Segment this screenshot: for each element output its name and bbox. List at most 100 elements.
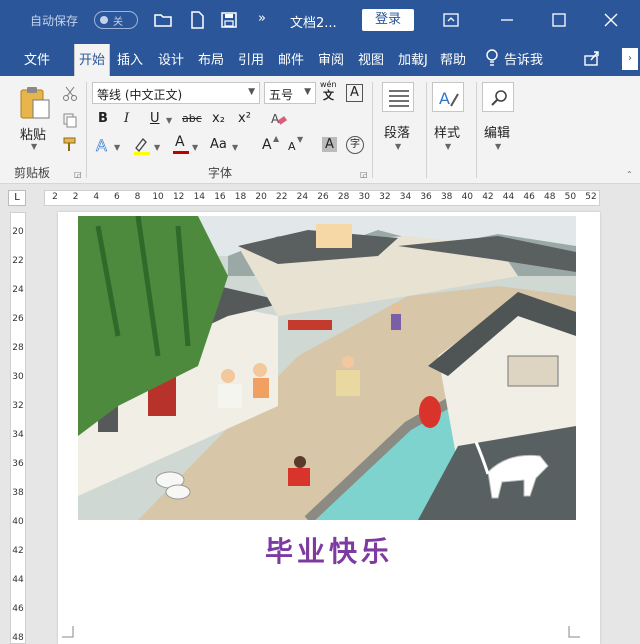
editing-button[interactable]: [482, 82, 514, 112]
ruler-tick: 30: [358, 192, 370, 202]
group-divider: [476, 82, 477, 178]
share-icon[interactable]: [582, 48, 602, 68]
ruler-tick: 8: [134, 192, 141, 202]
login-button[interactable]: 登录: [362, 9, 414, 31]
document-page[interactable]: 毕业快乐: [58, 212, 600, 644]
tab-file[interactable]: 文件: [24, 49, 50, 68]
styles-button[interactable]: A: [432, 82, 464, 112]
tab-design[interactable]: 设计: [158, 49, 184, 68]
autosave-toggle-label: 关: [113, 17, 123, 28]
tab-mailings[interactable]: 邮件: [278, 49, 304, 68]
maximize-icon[interactable]: [546, 8, 572, 32]
text-effects-button[interactable]: A: [96, 136, 108, 156]
font-color-swatch: [173, 151, 189, 154]
ruler-tick: 14: [193, 192, 206, 202]
ruler-tick: 18: [234, 192, 247, 202]
change-case-dropdown-icon[interactable]: ▼: [232, 143, 238, 152]
title-bar: 自动保存 关 » 文档2... 登录: [0, 0, 640, 40]
highlight-dropdown-icon[interactable]: ▼: [154, 143, 160, 152]
font-launcher-icon[interactable]: ◲: [360, 170, 368, 179]
open-folder-icon[interactable]: [154, 11, 172, 29]
svg-text:A: A: [271, 112, 280, 126]
change-case-button[interactable]: Aa: [210, 137, 227, 152]
tab-review[interactable]: 审阅: [318, 49, 344, 68]
ribbon-display-options-icon[interactable]: [438, 8, 464, 32]
text-effects-dropdown-icon[interactable]: ▼: [114, 143, 120, 152]
tab-selector[interactable]: L: [8, 190, 26, 206]
ruler-tick: 4: [93, 192, 100, 202]
paste-dropdown-icon[interactable]: ▼: [31, 142, 37, 151]
ruler-tick: 2: [52, 192, 58, 202]
font-color-button[interactable]: A: [172, 134, 190, 156]
ruler-tick: 26: [317, 192, 329, 202]
tab-home[interactable]: 开始: [74, 44, 111, 76]
editing-label[interactable]: 编辑: [484, 122, 510, 141]
tab-addins[interactable]: 加载J: [398, 49, 428, 68]
clear-formatting-icon[interactable]: A: [270, 110, 288, 128]
collapse-ribbon-icon[interactable]: ⌃: [626, 170, 633, 179]
enclose-characters-button[interactable]: 字: [346, 136, 364, 154]
tab-view[interactable]: 视图: [358, 49, 384, 68]
cut-icon[interactable]: [62, 86, 78, 102]
char-border-button[interactable]: A: [346, 84, 363, 102]
paste-label[interactable]: 粘贴: [20, 124, 46, 143]
styles-dropdown-icon[interactable]: ▼: [445, 142, 451, 151]
tab-help[interactable]: 帮助: [440, 49, 466, 68]
tab-insert[interactable]: 插入: [117, 49, 143, 68]
format-painter-icon[interactable]: [62, 136, 78, 152]
tab-layout[interactable]: 布局: [198, 49, 224, 68]
bold-button[interactable]: B: [98, 111, 108, 126]
ruler-tick: 10: [152, 192, 164, 202]
toggle-knob: [100, 16, 108, 24]
ruler-tick: 20: [12, 227, 24, 237]
minimize-icon[interactable]: [494, 8, 520, 32]
clipboard-launcher-icon[interactable]: ◲: [74, 170, 82, 179]
village-illustration[interactable]: [78, 216, 576, 520]
font-name-select[interactable]: 等线 (中文正文) ▼: [92, 82, 260, 104]
group-divider: [426, 82, 427, 178]
paragraph-align-icon: [389, 90, 409, 107]
ruler-tick: 2: [72, 192, 79, 202]
ruler-tick: 28: [12, 343, 24, 353]
ruler-tick: 52: [585, 192, 597, 202]
shrink-font-button[interactable]: A: [288, 140, 296, 153]
village-scene-image: [78, 216, 576, 520]
vertical-ruler[interactable]: 20 22 24 26 28 30 32 34 36 38 40 42 44 46 48: [10, 212, 26, 644]
margin-corner-mark: [568, 626, 580, 638]
ribbon-tab-bar: 文件 开始 插入 设计 布局 引用 邮件 审阅 视图 加载J 帮助 告诉我 ›: [0, 40, 640, 76]
new-document-icon[interactable]: [188, 11, 206, 29]
ruler-tick: 34: [399, 192, 412, 202]
editing-dropdown-icon[interactable]: ▼: [495, 142, 501, 151]
quick-access-more-icon[interactable]: »: [258, 11, 266, 26]
char-shading-button[interactable]: A: [322, 137, 337, 152]
paragraph-label[interactable]: 段落: [384, 122, 410, 141]
ribbon-home: 粘贴 ▼ 剪贴板 ◲ 等线 (中文正文) ▼ 五号 ▼ wén 文 A B I …: [0, 76, 640, 184]
save-icon[interactable]: [220, 11, 238, 29]
underline-button[interactable]: U: [150, 111, 160, 126]
styles-label[interactable]: 样式: [434, 122, 460, 141]
paste-icon[interactable]: [18, 84, 52, 120]
font-color-dropdown-icon[interactable]: ▼: [192, 143, 198, 152]
strikethrough-button[interactable]: abc: [182, 112, 202, 125]
paragraph-dropdown-icon[interactable]: ▼: [395, 142, 401, 151]
horizontal-ruler[interactable]: 2 2 4 6 8 10 12 14 16 18 20 22 24 26 28 30 32 34 36 38 40 42 4…: [44, 190, 600, 206]
underline-dropdown-icon[interactable]: ▼: [166, 116, 172, 125]
tab-scroll-right-icon[interactable]: ›: [622, 48, 638, 70]
highlight-icon[interactable]: [132, 136, 152, 156]
close-icon[interactable]: [598, 8, 624, 32]
ruler-tick: 42: [482, 192, 494, 202]
copy-icon[interactable]: [62, 112, 78, 128]
ruler-tick: 16: [214, 192, 226, 202]
grow-font-button[interactable]: A: [262, 137, 272, 153]
ruler-tick: 22: [12, 256, 24, 266]
italic-button[interactable]: I: [124, 111, 129, 126]
paragraph-button[interactable]: [382, 82, 414, 112]
ruler-tick: 42: [12, 546, 24, 556]
graduation-caption: 毕业快乐: [264, 535, 393, 568]
subscript-button[interactable]: x₂: [212, 111, 225, 126]
superscript-button[interactable]: x²: [238, 111, 251, 126]
tab-tell-me[interactable]: 告诉我: [504, 49, 543, 68]
autosave-toggle[interactable]: 关: [94, 11, 138, 29]
tab-references[interactable]: 引用: [238, 49, 264, 68]
font-size-select[interactable]: 五号 ▼: [264, 82, 316, 104]
